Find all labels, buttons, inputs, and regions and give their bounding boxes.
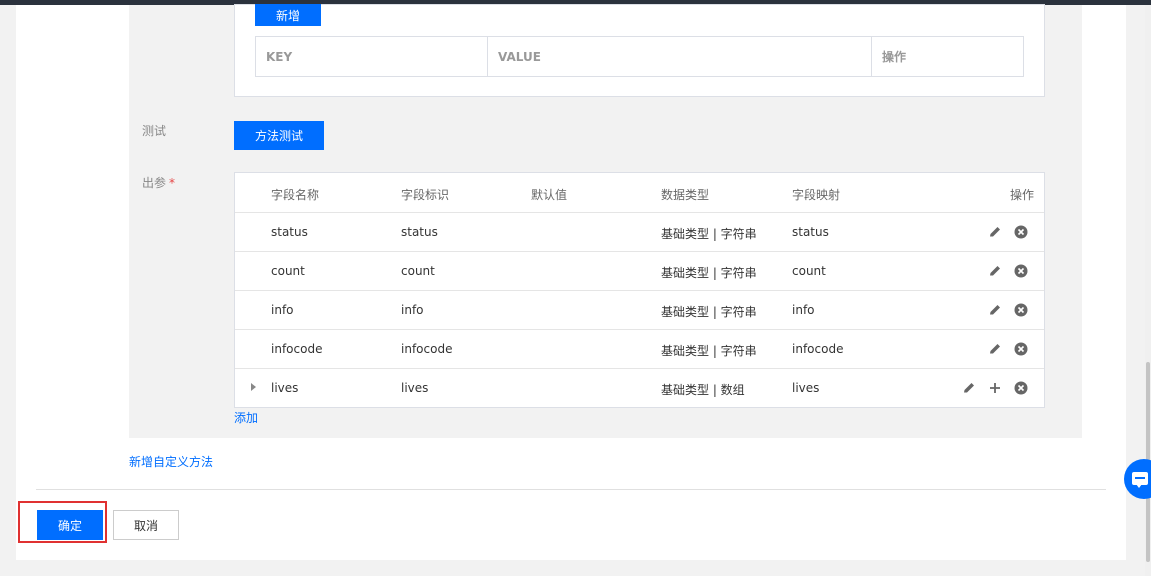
cell-field-id: status <box>401 225 438 239</box>
required-mark: * <box>169 176 176 190</box>
cell-field-name: status <box>271 225 308 239</box>
th-mapping: 字段映射 <box>792 188 841 202</box>
method-panel: 新增 KEY VALUE 操作 测试 方法测试 出参 * 字段名称 字段标识 默认… <box>129 4 1082 438</box>
th-data-type: 数据类型 <box>661 188 710 202</box>
cell-field-id: infocode <box>401 342 453 356</box>
delete-icon[interactable] <box>1013 224 1029 240</box>
edit-icon[interactable] <box>987 224 1003 240</box>
chat-icon-line <box>1135 477 1145 479</box>
cell-mapping: infocode <box>792 342 844 356</box>
method-test-button[interactable]: 方法测试 <box>234 121 324 150</box>
cell-data-type: 基础类型 | 字符串 <box>661 266 757 280</box>
edit-icon[interactable] <box>987 341 1003 357</box>
cell-data-type: 基础类型 | 字符串 <box>661 344 757 358</box>
add-output-param-link[interactable]: 添加 <box>234 409 258 426</box>
table-row: info info 基础类型 | 字符串 info <box>235 291 1044 330</box>
cell-data-type: 基础类型 | 字符串 <box>661 227 757 241</box>
delete-icon[interactable] <box>1013 302 1029 318</box>
table-row: count count 基础类型 | 字符串 count <box>235 252 1044 291</box>
output-label-text: 出参 <box>142 176 167 190</box>
kv-header-key: KEY <box>256 37 488 76</box>
table-header: 字段名称 字段标识 默认值 数据类型 字段映射 操作 <box>235 173 1044 213</box>
output-label: 出参 * <box>142 174 175 191</box>
cell-data-type: 基础类型 | 数组 <box>661 383 745 397</box>
kv-header-value: VALUE <box>488 37 872 76</box>
cell-field-id: lives <box>401 381 429 395</box>
chat-icon-tail <box>1136 484 1142 488</box>
table-row: infocode infocode 基础类型 | 字符串 infocode <box>235 330 1044 369</box>
cell-mapping: count <box>792 264 826 278</box>
edit-icon[interactable] <box>987 263 1003 279</box>
form-card: 新增 KEY VALUE 操作 测试 方法测试 出参 * 字段名称 字段标识 默认… <box>16 4 1126 560</box>
delete-icon[interactable] <box>1013 263 1029 279</box>
th-default: 默认值 <box>531 188 568 202</box>
cell-mapping: info <box>792 303 815 317</box>
test-label: 测试 <box>142 124 167 138</box>
plus-icon[interactable] <box>987 380 1003 396</box>
th-field-id: 字段标识 <box>401 188 450 202</box>
th-field-name: 字段名称 <box>271 188 320 202</box>
cancel-button[interactable]: 取消 <box>113 510 179 540</box>
highlight-box <box>18 501 107 543</box>
kv-table: KEY VALUE 操作 <box>255 36 1024 77</box>
add-custom-method-link[interactable]: 新增自定义方法 <box>129 453 213 470</box>
cell-field-id: count <box>401 264 435 278</box>
cell-mapping: status <box>792 225 829 239</box>
edit-icon[interactable] <box>987 302 1003 318</box>
footer-divider <box>36 489 1106 490</box>
kv-header-actions: 操作 <box>882 50 907 64</box>
cell-mapping: lives <box>792 381 820 395</box>
cell-field-name: infocode <box>271 342 323 356</box>
table-row: status status 基础类型 | 字符串 status <box>235 213 1044 252</box>
cell-field-name: count <box>271 264 305 278</box>
cell-field-id: info <box>401 303 424 317</box>
cell-field-name: lives <box>271 381 299 395</box>
expand-arrow-icon[interactable] <box>251 383 256 391</box>
add-param-button[interactable]: 新增 <box>255 4 321 26</box>
chat-float-button[interactable] <box>1124 459 1151 499</box>
output-params-table: 字段名称 字段标识 默认值 数据类型 字段映射 操作 status status… <box>234 172 1045 408</box>
delete-icon[interactable] <box>1013 341 1029 357</box>
cell-data-type: 基础类型 | 字符串 <box>661 305 757 319</box>
th-actions: 操作 <box>1010 188 1035 202</box>
table-row: lives lives 基础类型 | 数组 lives <box>235 369 1044 408</box>
edit-icon[interactable] <box>961 380 977 396</box>
cell-field-name: info <box>271 303 294 317</box>
delete-icon[interactable] <box>1013 380 1029 396</box>
